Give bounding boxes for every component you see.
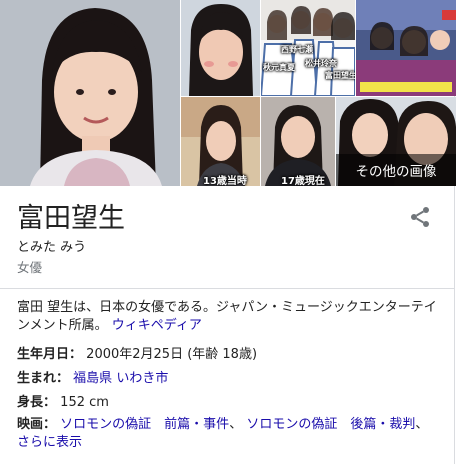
collage-name-label: 富田望生 xyxy=(325,71,355,80)
fact-birth: 生年月日： 2000年2月25日 (年齢 18歳) xyxy=(17,347,258,362)
entity-name: 富田望生 xyxy=(17,203,125,234)
film-link-1[interactable]: ソロモンの偽証 前篇・事件 xyxy=(60,417,229,432)
caption-age13: 13歳当時 xyxy=(203,176,247,186)
image-gallery: 西野七瀬 松井玲奈 秋元真夏 富田望生 13歳当時 17歳現在 その他の画像 xyxy=(0,0,456,186)
fact-value: 152 cm xyxy=(60,395,109,410)
fact-film: 映画： ソロモンの偽証 前篇・事件、 ソロモンの偽証 後篇・裁判、 さらに表示 xyxy=(17,417,429,450)
photo-age17-thumbnail[interactable]: 17歳現在 xyxy=(261,97,335,186)
show-more-link[interactable]: さらに表示 xyxy=(17,435,82,450)
fact-label: 生まれ xyxy=(17,371,57,386)
fact-height: 身長： 152 cm xyxy=(17,395,109,410)
fact-born: 生まれ： 福島県 いわき市 xyxy=(17,371,169,386)
knowledge-panel: 西野七瀬 松井玲奈 秋元真夏 富田望生 13歳当時 17歳現在 その他の画像 富… xyxy=(0,0,456,464)
divider xyxy=(0,288,455,289)
more-images-button[interactable]: その他の画像 xyxy=(336,154,456,186)
photo-age13-thumbnail[interactable]: 13歳当時 xyxy=(181,97,260,186)
fact-label: 生年月日 xyxy=(17,347,70,362)
collage-name-label: 秋元真夏 xyxy=(263,63,295,72)
caption-age17: 17歳現在 xyxy=(281,176,325,186)
entity-role: 女優 xyxy=(17,260,43,275)
fact-label: 映画 xyxy=(17,417,44,432)
born-city-link[interactable]: いわき市 xyxy=(116,371,168,386)
photo-thumbnail-1[interactable] xyxy=(181,0,260,96)
main-portrait-image[interactable] xyxy=(0,0,180,186)
entity-description: 富田 望生は、日本の女優である。ジャパン・ミュージックエンターテインメント所属。… xyxy=(17,299,443,335)
wikipedia-link[interactable]: ウィキペディア xyxy=(112,318,202,333)
born-prefecture-link[interactable]: 福島県 xyxy=(73,371,112,386)
fact-value: 2000年2月25日 (年齢 18歳) xyxy=(86,347,258,362)
collage-name-label: 西野七瀬 xyxy=(281,45,313,54)
collage-name-label: 松井玲奈 xyxy=(305,59,337,68)
share-icon[interactable] xyxy=(408,205,432,229)
fact-label: 身長 xyxy=(17,395,44,410)
group-photo-thumbnail[interactable]: 西野七瀬 松井玲奈 秋元真夏 富田望生 xyxy=(261,0,355,96)
tv-screenshot-thumbnail[interactable] xyxy=(356,0,456,96)
entity-reading: とみた みう xyxy=(17,240,87,255)
description-text: 富田 望生は、日本の女優である。ジャパン・ミュージックエンターテインメント所属。 xyxy=(17,300,437,333)
film-link-2[interactable]: ソロモンの偽証 後篇・裁判 xyxy=(246,417,415,432)
